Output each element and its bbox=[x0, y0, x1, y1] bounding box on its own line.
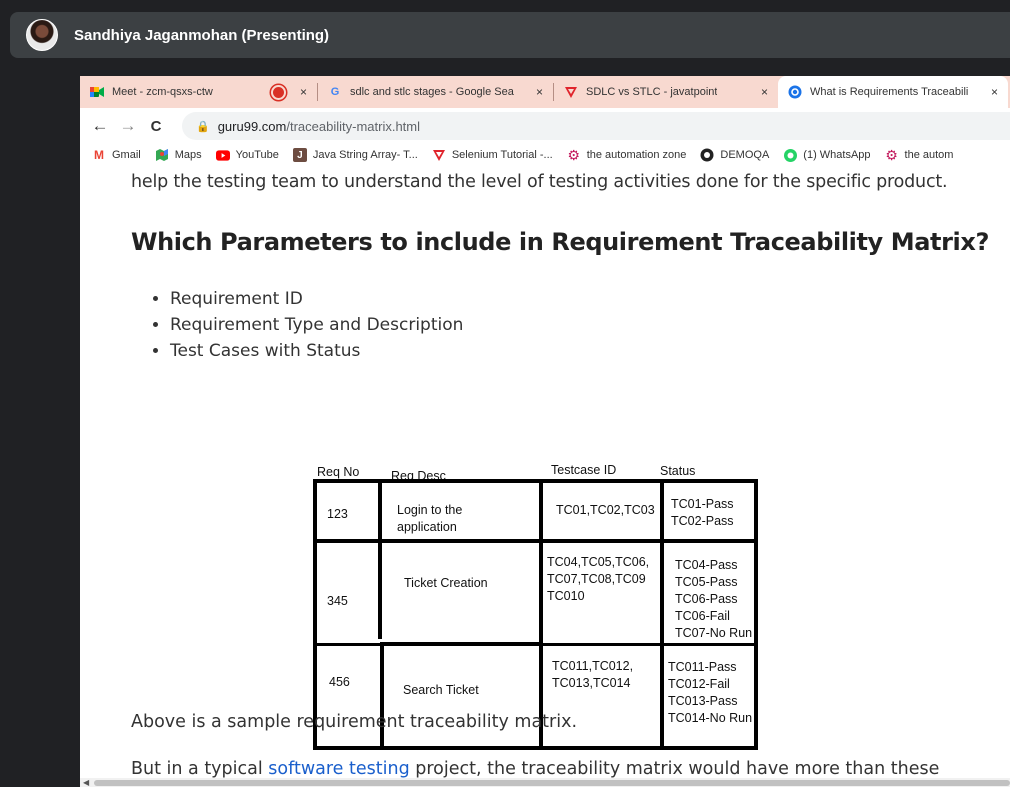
browser-window: Meet - zcm-qsxs-ctw × G sdlc and stlc st… bbox=[80, 76, 1010, 787]
demoqa-icon bbox=[700, 148, 714, 162]
close-icon[interactable]: × bbox=[991, 85, 998, 99]
tab-google-search[interactable]: G sdlc and stlc stages - Google Sea × bbox=[318, 76, 553, 108]
grid-line bbox=[313, 479, 317, 750]
bookmark-label: Java String Array- T... bbox=[312, 149, 418, 161]
forward-button[interactable]: → bbox=[114, 116, 142, 136]
back-button[interactable]: ← bbox=[86, 116, 114, 136]
status: TC011-Pass TC012-Fail TC013-Pass TC014-N… bbox=[668, 660, 753, 725]
tab-guru99-active[interactable]: What is Requirements Traceabili × bbox=[778, 76, 1008, 108]
paragraph: help the testing team to understand the … bbox=[131, 172, 948, 192]
bookmark-whatsapp[interactable]: (1) WhatsApp bbox=[783, 148, 871, 162]
req-no: 123 bbox=[327, 507, 348, 521]
testcase-ids: TC01,TC02,TC03 bbox=[556, 503, 655, 517]
status: TC04-Pass TC05-Pass TC06-Pass TC06-Fail … bbox=[675, 558, 753, 640]
bookmark-gmail[interactable]: M Gmail bbox=[92, 148, 141, 162]
grid-line bbox=[660, 479, 664, 750]
req-no: 345 bbox=[327, 594, 348, 608]
status: TC01-Pass TC02-Pass bbox=[671, 497, 734, 528]
bookmark-label: the automation zone bbox=[586, 149, 687, 161]
bookmark-demoqa[interactable]: DEMOQA bbox=[700, 148, 769, 162]
page-content: help the testing team to understand the … bbox=[80, 166, 1010, 787]
tab-title: What is Requirements Traceabili bbox=[810, 86, 969, 98]
bookmark-youtube[interactable]: YouTube bbox=[215, 148, 279, 162]
testcase-ids: TC04,TC05,TC06, TC07,TC08,TC09 TC010 bbox=[547, 555, 650, 603]
lock-icon: 🔒 bbox=[196, 120, 210, 133]
selenium-icon bbox=[432, 148, 446, 162]
bookmark-label: YouTube bbox=[235, 149, 279, 161]
bookmark-label: Selenium Tutorial -... bbox=[451, 149, 553, 161]
paragraph: But in a typical software testing projec… bbox=[131, 759, 939, 779]
gear-icon: ⚙ bbox=[885, 146, 898, 163]
testcase-ids: TC011,TC012, TC013,TC014 bbox=[552, 659, 634, 690]
reload-button[interactable]: C bbox=[142, 118, 170, 135]
matrix-header: Testcase ID bbox=[551, 463, 617, 477]
browser-toolbar: ← → C 🔒 guru99.com/traceability-matrix.h… bbox=[80, 108, 1010, 144]
tab-strip: Meet - zcm-qsxs-ctw × G sdlc and stlc st… bbox=[80, 76, 1010, 108]
maps-icon bbox=[155, 148, 169, 162]
req-desc: Ticket Creation bbox=[404, 576, 488, 590]
list-item: Test Cases with Status bbox=[170, 338, 463, 364]
bookmark-automation-zone[interactable]: ⚙ the automation zone bbox=[567, 146, 687, 163]
youtube-icon bbox=[215, 148, 230, 162]
bookmark-label: (1) WhatsApp bbox=[803, 149, 871, 161]
list-item: Requirement ID bbox=[170, 286, 463, 312]
close-icon[interactable]: × bbox=[761, 85, 768, 99]
tab-title: Meet - zcm-qsxs-ctw bbox=[112, 86, 213, 98]
software-testing-link[interactable]: software testing bbox=[268, 759, 409, 779]
grid-line bbox=[317, 539, 758, 543]
tab-meet[interactable]: Meet - zcm-qsxs-ctw × bbox=[80, 76, 317, 108]
paragraph-text: But in a typical bbox=[131, 759, 269, 779]
presenter-avatar bbox=[26, 19, 58, 51]
req-desc: Search Ticket bbox=[403, 683, 479, 697]
matrix-header: Req No bbox=[317, 465, 360, 479]
close-icon[interactable]: × bbox=[536, 85, 543, 99]
gear-icon: ⚙ bbox=[567, 146, 580, 163]
presenter-name: Sandhiya Jaganmohan (Presenting) bbox=[74, 26, 330, 44]
tab-title: sdlc and stlc stages - Google Sea bbox=[350, 86, 514, 98]
close-icon[interactable]: × bbox=[300, 85, 307, 99]
req-no: 456 bbox=[329, 675, 350, 689]
bookmark-selenium[interactable]: Selenium Tutorial -... bbox=[432, 148, 553, 162]
google-meet-icon bbox=[90, 85, 104, 99]
javatpoint-icon bbox=[564, 85, 578, 99]
bookmarks-bar: M Gmail Maps YouTube J Java String Array… bbox=[80, 144, 1010, 166]
url-host: guru99.com bbox=[217, 118, 287, 134]
paragraph-text: project, the traceability matrix would h… bbox=[409, 759, 940, 779]
java-icon: J bbox=[292, 148, 307, 162]
bookmark-java-string[interactable]: J Java String Array- T... bbox=[292, 148, 418, 162]
tab-title: SDLC vs STLC - javatpoint bbox=[586, 86, 718, 98]
bookmark-label: DEMOQA bbox=[720, 149, 770, 161]
paragraph: Above is a sample requirement traceabili… bbox=[131, 712, 578, 732]
bookmark-label: Maps bbox=[174, 149, 202, 161]
scroll-left-icon[interactable]: ◀ bbox=[83, 778, 89, 787]
recording-icon bbox=[270, 84, 286, 100]
req-desc: Login to the application bbox=[397, 503, 463, 534]
grid-line bbox=[378, 479, 382, 639]
matrix-header: Status bbox=[660, 464, 696, 478]
grid-line bbox=[313, 643, 758, 646]
google-icon: G bbox=[330, 86, 340, 98]
bookmark-label: the autom bbox=[904, 149, 954, 161]
grid-line bbox=[380, 643, 384, 750]
grid-line bbox=[539, 479, 543, 750]
address-bar[interactable]: 🔒 guru99.com/traceability-matrix.html bbox=[182, 112, 1010, 140]
horizontal-scrollbar[interactable]: ◀ bbox=[80, 778, 1010, 787]
tab-javatpoint[interactable]: SDLC vs STLC - javatpoint × bbox=[554, 76, 778, 108]
whatsapp-icon bbox=[783, 148, 797, 162]
meet-presenting-bar: Sandhiya Jaganmohan (Presenting) bbox=[10, 12, 1010, 58]
parameter-list: Requirement ID Requirement Type and Desc… bbox=[150, 286, 463, 364]
grid-line bbox=[754, 479, 758, 750]
gmail-icon: M bbox=[94, 148, 104, 162]
bookmark-maps[interactable]: Maps bbox=[155, 148, 202, 162]
scrollbar-thumb[interactable] bbox=[94, 780, 1010, 786]
url-path: /traceability-matrix.html bbox=[286, 118, 420, 134]
list-item: Requirement Type and Description bbox=[170, 312, 463, 338]
section-heading: Which Parameters to include in Requireme… bbox=[131, 228, 989, 256]
guru99-icon bbox=[788, 85, 802, 99]
bookmark-label: Gmail bbox=[112, 149, 141, 161]
bookmark-automation-zone-2[interactable]: ⚙ the autom bbox=[885, 146, 954, 163]
